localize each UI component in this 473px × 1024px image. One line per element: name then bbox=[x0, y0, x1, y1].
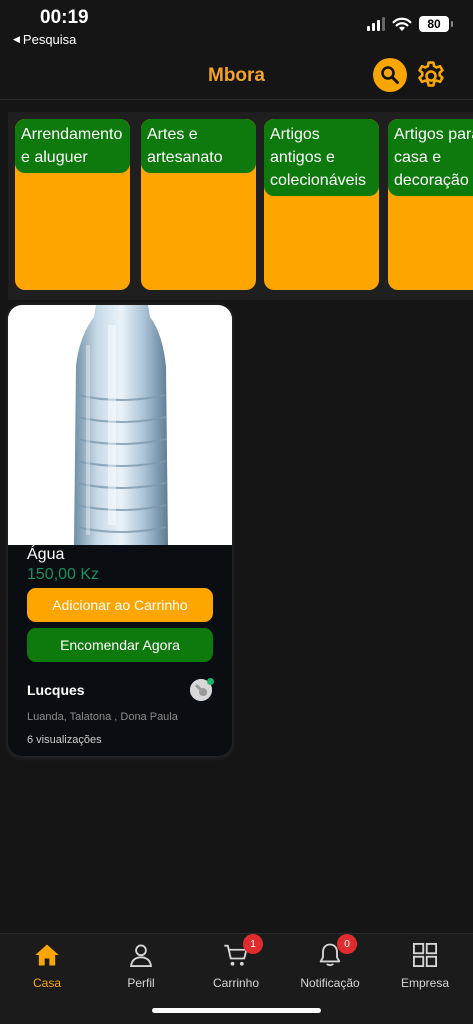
category-label: Artigos antigos e colecionáveis bbox=[264, 119, 379, 196]
wifi-icon bbox=[392, 17, 412, 31]
order-now-button[interactable]: Encomendar Agora bbox=[27, 628, 213, 662]
home-icon bbox=[32, 940, 62, 970]
cart-badge: 1 bbox=[243, 934, 263, 954]
seller-location: Luanda, Talatona , Dona Paula bbox=[27, 711, 178, 723]
status-time: 00:19 bbox=[40, 7, 89, 28]
bell-icon: 0 bbox=[315, 934, 357, 970]
nav-label: Empresa bbox=[400, 976, 450, 990]
gear-icon bbox=[418, 61, 444, 87]
cellular-signal-icon bbox=[367, 17, 385, 31]
seller-avatar[interactable] bbox=[190, 678, 214, 701]
home-indicator[interactable] bbox=[152, 1008, 321, 1013]
category-card-arts[interactable]: Artes e artesanato bbox=[141, 119, 256, 290]
category-card-rental[interactable]: Arrendamento e aluguer bbox=[15, 119, 130, 290]
product-price: 150,00 Kz bbox=[27, 566, 100, 583]
category-label: Artes e artesanato bbox=[141, 119, 256, 173]
nav-label: Carrinho bbox=[212, 976, 260, 990]
category-carousel[interactable]: Arrendamento e aluguer Artes e artesanat… bbox=[8, 112, 473, 300]
online-status-dot bbox=[207, 678, 214, 685]
nav-label: Casa bbox=[32, 976, 61, 990]
back-link-label: Pesquisa bbox=[22, 32, 77, 47]
product-image[interactable] bbox=[8, 305, 232, 545]
nav-item-cart[interactable]: 1 Carrinho bbox=[189, 934, 283, 1000]
nav-item-company[interactable]: Empresa bbox=[378, 940, 472, 1000]
status-bar: 00:19 ◀ Pesquisa 80 bbox=[0, 0, 473, 54]
nav-item-notifications[interactable]: 0 Notificação bbox=[283, 934, 377, 1000]
status-icons: 80 bbox=[367, 16, 453, 32]
water-bottle-image bbox=[74, 305, 168, 545]
nav-item-profile[interactable]: Perfil bbox=[94, 940, 188, 1000]
settings-button[interactable] bbox=[413, 58, 449, 94]
nav-label: Notificação bbox=[300, 976, 360, 990]
seller-name[interactable]: Lucques bbox=[27, 682, 85, 698]
battery-icon: 80 bbox=[419, 16, 453, 32]
nav-label: Perfil bbox=[127, 976, 155, 990]
app-header: Mbora bbox=[0, 54, 473, 100]
notification-badge: 0 bbox=[337, 934, 357, 954]
grid-icon bbox=[410, 940, 440, 970]
category-card-home[interactable]: Artigos para casa e decoração bbox=[388, 119, 473, 290]
search-icon bbox=[381, 66, 399, 84]
view-count: 6 visualizações bbox=[27, 734, 102, 746]
back-arrow-icon: ◀ bbox=[13, 34, 20, 44]
cart-icon: 1 bbox=[221, 934, 263, 970]
category-label: Artigos para casa e decoração bbox=[388, 119, 473, 196]
nav-item-home[interactable]: Casa bbox=[0, 940, 94, 1000]
product-card[interactable]: Água 150,00 Kz Adicionar ao Carrinho Enc… bbox=[8, 305, 232, 756]
search-button[interactable] bbox=[373, 58, 407, 92]
back-to-search-link[interactable]: ◀ Pesquisa bbox=[13, 32, 76, 47]
category-label: Arrendamento e aluguer bbox=[15, 119, 130, 173]
add-to-cart-button[interactable]: Adicionar ao Carrinho bbox=[27, 588, 213, 622]
user-icon bbox=[126, 940, 156, 970]
category-card-antiques[interactable]: Artigos antigos e colecionáveis bbox=[264, 119, 379, 290]
product-name: Água bbox=[27, 546, 65, 563]
